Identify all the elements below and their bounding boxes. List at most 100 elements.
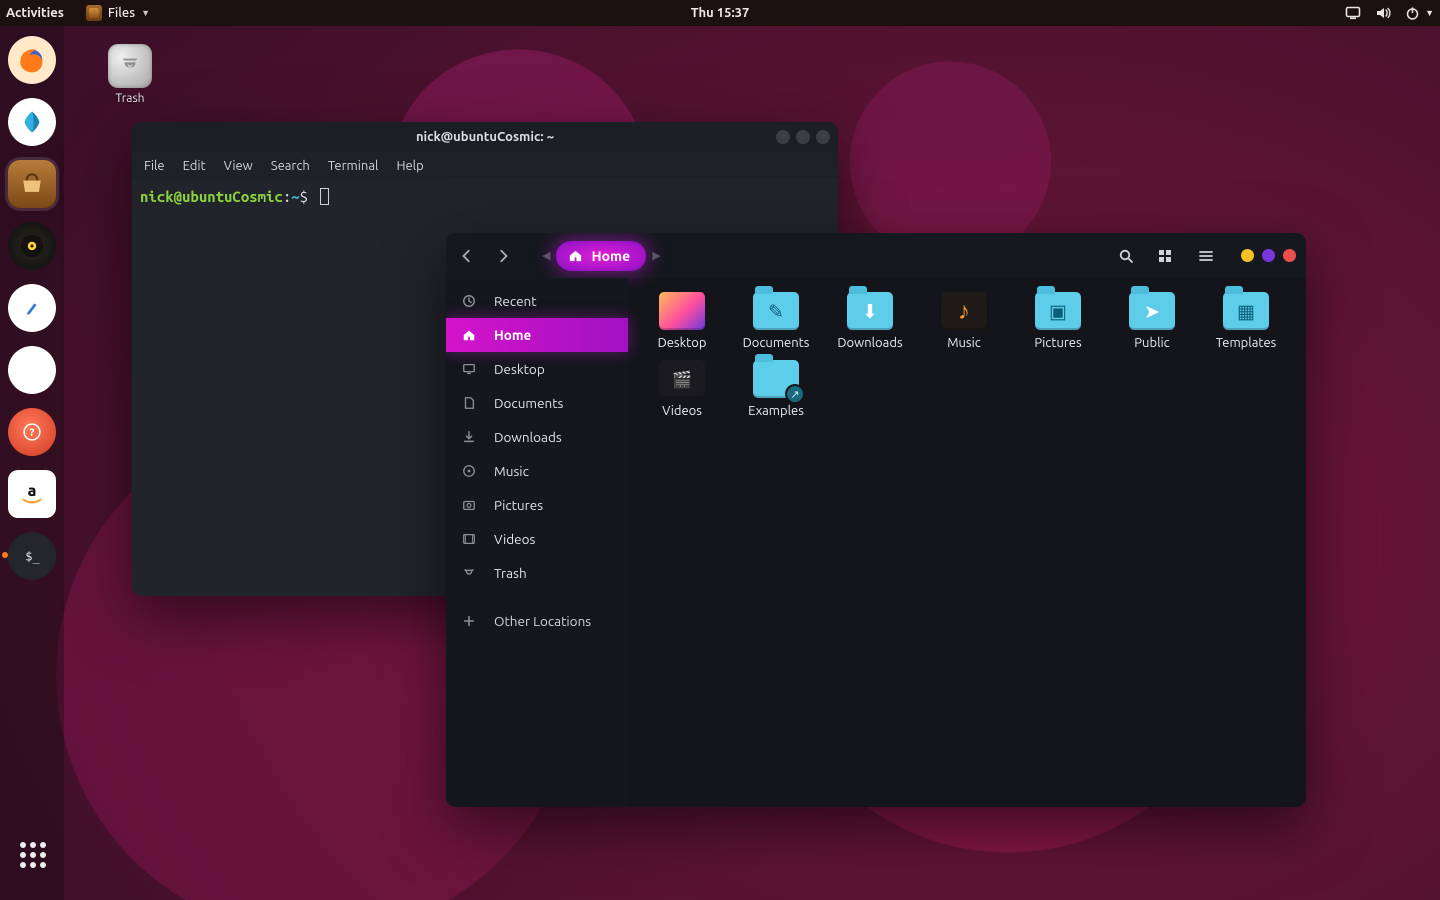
folder-icon [659, 292, 705, 330]
terminal-menubar: File Edit View Search Terminal Help [132, 152, 838, 179]
dock-firefox[interactable] [8, 36, 56, 84]
terminal-titlebar[interactable]: nick@ubuntuCosmic: ~ [132, 122, 838, 152]
dock-rhythmbox[interactable] [8, 222, 56, 270]
menu-edit[interactable]: Edit [183, 159, 206, 173]
nav-forward-button[interactable] [488, 241, 518, 271]
search-button[interactable] [1111, 241, 1141, 271]
files-window[interactable]: ◀ Home ▶ [446, 233, 1306, 807]
document-icon [460, 396, 478, 410]
dock-help[interactable]: ? [8, 408, 56, 456]
file-label: Templates [1216, 336, 1277, 350]
sidebar-item-recent[interactable]: Recent [446, 284, 628, 318]
window-maximize-button[interactable] [796, 130, 810, 144]
svg-text:a: a [28, 482, 37, 500]
sidebar-item-other-locations[interactable]: Other Locations [446, 604, 628, 638]
dock-amazon[interactable]: a [8, 470, 56, 518]
prompt-host: ubuntuCosmic [182, 188, 283, 205]
clock[interactable]: Thu 15:37 [691, 6, 750, 20]
window-minimize-button[interactable] [776, 130, 790, 144]
dock-software-store[interactable] [8, 160, 56, 208]
trash-icon [108, 44, 152, 88]
sidebar-item-pictures[interactable]: Pictures [446, 488, 628, 522]
sidebar-item-home[interactable]: Home [446, 318, 628, 352]
sidebar-item-label: Other Locations [494, 613, 591, 629]
volume-indicator-icon[interactable] [1375, 5, 1391, 21]
display-indicator-icon[interactable] [1345, 5, 1361, 21]
folder-music[interactable]: ♪ Music [920, 292, 1008, 350]
menu-view[interactable]: View [224, 159, 253, 173]
home-icon [460, 328, 478, 342]
sidebar-item-downloads[interactable]: Downloads [446, 420, 628, 454]
dock-web-app[interactable] [8, 98, 56, 146]
folder-pictures[interactable]: ▣ Pictures [1014, 292, 1102, 350]
path-home-pill[interactable]: Home [556, 241, 646, 271]
file-label: Public [1134, 336, 1169, 350]
prompt-user: nick [140, 188, 174, 205]
window-maximize-button[interactable] [1262, 249, 1275, 262]
folder-public[interactable]: ➤ Public [1108, 292, 1196, 350]
sidebar-item-trash[interactable]: Trash [446, 556, 628, 590]
nav-back-button[interactable] [452, 241, 482, 271]
power-indicator-icon[interactable]: ▼ [1405, 6, 1434, 21]
folder-icon: ▦ [1223, 292, 1269, 330]
sidebar-item-label: Videos [494, 531, 535, 547]
system-menu-caret-icon: ▼ [1425, 8, 1434, 18]
window-close-button[interactable] [816, 130, 830, 144]
desktop-trash[interactable]: Trash [90, 44, 170, 105]
folder-icon: 🎬 [659, 360, 705, 398]
app-menu-label: Files [108, 6, 135, 20]
menu-terminal[interactable]: Terminal [328, 159, 379, 173]
path-next-icon[interactable]: ▶ [652, 249, 660, 262]
folder-videos[interactable]: 🎬 Videos [638, 360, 726, 418]
dock-terminal-app[interactable]: $_ [8, 532, 56, 580]
sidebar-item-music[interactable]: Music [446, 454, 628, 488]
pictures-icon [460, 498, 478, 512]
show-applications-button[interactable] [8, 830, 56, 878]
svg-text:?: ? [30, 427, 35, 439]
apps-grid-icon [20, 842, 44, 866]
folder-documents[interactable]: ✎ Documents [732, 292, 820, 350]
folder-icon: ♪ [941, 292, 987, 330]
folder-examples[interactable]: ↗ Examples [732, 360, 820, 418]
menu-help[interactable]: Help [396, 159, 423, 173]
sidebar-item-label: Music [494, 463, 529, 479]
dock-running-dot-icon [2, 552, 8, 558]
menu-file[interactable]: File [144, 159, 165, 173]
dock-settings-app[interactable] [8, 346, 56, 394]
window-minimize-button[interactable] [1241, 249, 1254, 262]
sidebar-item-label: Documents [494, 395, 563, 411]
dock-text-editor[interactable] [8, 284, 56, 332]
path-prev-icon[interactable]: ◀ [542, 249, 550, 262]
view-grid-button[interactable] [1151, 241, 1181, 271]
prompt-symbol: $ [300, 188, 308, 205]
sidebar-item-desktop[interactable]: Desktop [446, 352, 628, 386]
top-panel: Activities Files ▼ Thu 15:37 ▼ [0, 0, 1440, 26]
file-label: Pictures [1034, 336, 1081, 350]
terminal-title: nick@ubuntuCosmic: ~ [416, 130, 554, 144]
trash-icon [460, 566, 478, 580]
file-label: Documents [743, 336, 810, 350]
sidebar-item-label: Desktop [494, 361, 545, 377]
hamburger-icon [1198, 248, 1214, 264]
menu-search[interactable]: Search [271, 159, 310, 173]
sidebar-item-videos[interactable]: Videos [446, 522, 628, 556]
folder-desktop[interactable]: Desktop [638, 292, 726, 350]
app-menu[interactable]: Files ▼ [86, 5, 150, 21]
files-window-controls [1241, 249, 1296, 262]
window-close-button[interactable] [1283, 249, 1296, 262]
files-headerbar: ◀ Home ▶ [446, 233, 1306, 278]
files-app-icon [86, 5, 102, 21]
hamburger-menu-button[interactable] [1191, 241, 1221, 271]
folder-templates[interactable]: ▦ Templates [1202, 292, 1290, 350]
sidebar-item-label: Home [494, 327, 531, 343]
files-icon-grid[interactable]: Desktop ✎ Documents ⬇ Downloads ♪ Music … [628, 278, 1306, 807]
window-controls [776, 130, 830, 144]
folder-icon: ✎ [753, 292, 799, 330]
sidebar-item-label: Trash [494, 565, 527, 581]
path-label: Home [591, 248, 630, 264]
activities-button[interactable]: Activities [6, 6, 64, 20]
folder-downloads[interactable]: ⬇ Downloads [826, 292, 914, 350]
svg-text:$_: $_ [25, 550, 40, 564]
sidebar-item-documents[interactable]: Documents [446, 386, 628, 420]
clock-icon [460, 294, 478, 308]
